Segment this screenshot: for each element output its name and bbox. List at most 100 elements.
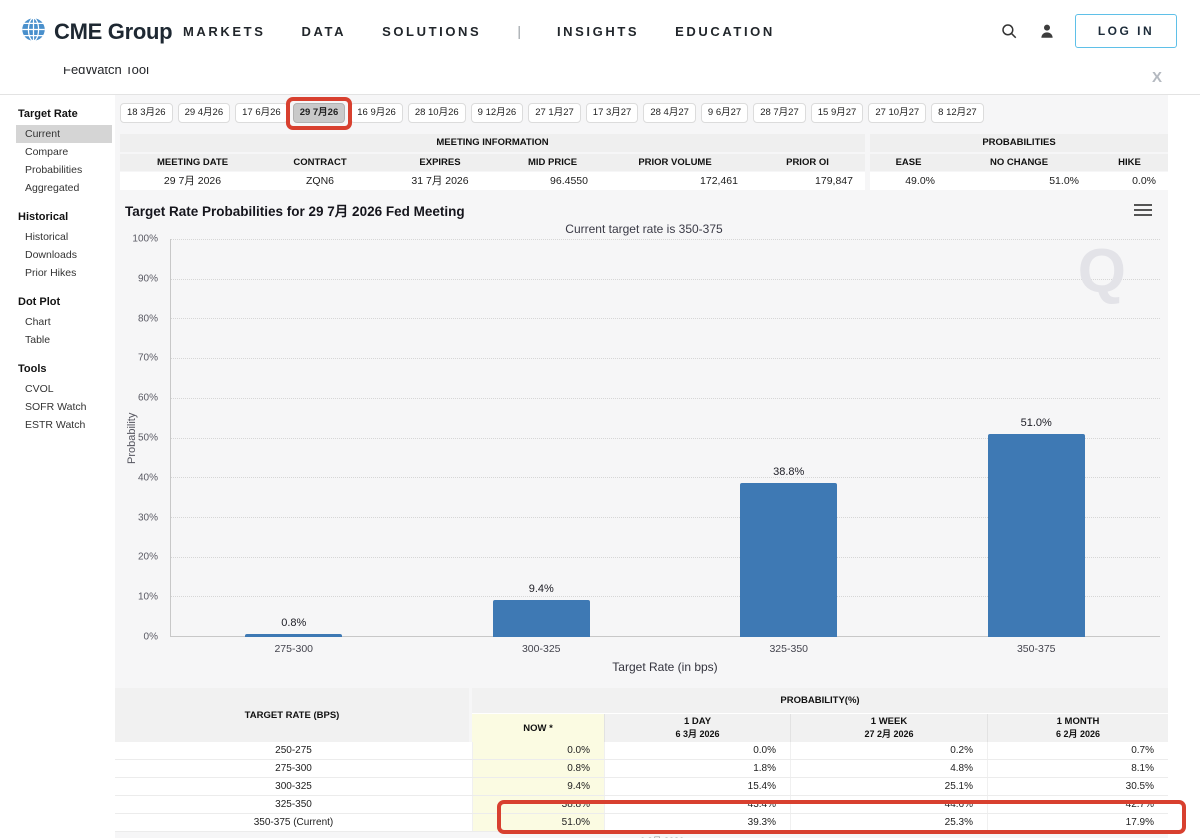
chart-subtitle: Current target rate is 350-375: [565, 222, 723, 236]
main-nav: MARKETS DATA SOLUTIONS | INSIGHTS EDUCAT…: [183, 0, 775, 62]
tab-meeting-date[interactable]: 17 3月27: [585, 103, 639, 123]
chart-title: Target Rate Probabilities for 29 7月 2026…: [125, 204, 465, 219]
now-cell: 38.8%: [472, 796, 604, 813]
x-share-icon[interactable]: X: [1152, 69, 1162, 86]
rate-cell: 300-325: [275, 781, 312, 792]
bar-value-label: 38.8%: [773, 465, 805, 478]
tab-meeting-date[interactable]: 15 9月27: [810, 103, 864, 123]
week-cell: 0.2%: [790, 742, 987, 759]
footer-timestamp: 6 3月 2026: [640, 834, 684, 838]
x-category: 325-350: [769, 643, 809, 655]
sidebar-item-cvol[interactable]: CVOL: [16, 380, 112, 398]
col-1-day: 1 DAY 6 3月 2026: [604, 714, 790, 742]
chart-menu-icon[interactable]: [1134, 204, 1152, 219]
probabilities-summary-table: PROBABILITIES EASE NO CHANGE HIKE 49.0% …: [870, 134, 1168, 190]
col-contract: CONTRACT: [293, 157, 347, 168]
table-row: 275-300 0.8% 1.8% 4.8% 8.1%: [115, 760, 1168, 778]
now-cell: 0.8%: [472, 760, 604, 777]
sidebar-item-chart[interactable]: Chart: [16, 313, 112, 331]
sidebar-item-historical[interactable]: Historical: [16, 228, 112, 246]
tab-meeting-date[interactable]: 27 1月27: [528, 103, 581, 123]
cme-group-logo[interactable]: CME Group: [20, 16, 173, 48]
user-profile-icon[interactable]: [1037, 21, 1057, 41]
col-ease: EASE: [895, 157, 922, 168]
mid-price-value: 96.4550: [550, 175, 588, 187]
probability-bar: [740, 482, 838, 637]
nav-solutions[interactable]: SOLUTIONS: [382, 24, 481, 39]
sidebar-item-prior-hikes[interactable]: Prior Hikes: [16, 264, 112, 282]
month-cell: 0.7%: [987, 742, 1168, 759]
rate-cell: 325-350: [275, 799, 312, 810]
meeting-info-title: MEETING INFORMATION: [120, 134, 865, 152]
bar-slot: 51.0%: [913, 239, 1161, 637]
day-cell: 39.3%: [604, 814, 790, 831]
y-tick: 50%: [137, 432, 158, 444]
sidebar-item-estr-watch[interactable]: ESTR Watch: [16, 416, 112, 434]
tab-meeting-date[interactable]: 29 4月26: [177, 103, 231, 123]
bar-slot: 0.8%: [170, 239, 418, 637]
tab-meeting-date[interactable]: 27 10月27: [868, 103, 927, 123]
sidebar-section-target-rate: Target Rate: [18, 108, 78, 120]
day-cell: 0.0%: [604, 742, 790, 759]
sidebar-item-probabilities[interactable]: Probabilities: [16, 161, 112, 179]
col-1-month: 1 MONTH 6 2月 2026: [987, 714, 1168, 742]
top-navigation: CME Group MARKETS DATA SOLUTIONS | INSIG…: [0, 0, 1200, 62]
header-actions: LOG IN: [999, 0, 1177, 62]
y-tick: 70%: [137, 352, 158, 364]
tab-meeting-date[interactable]: 8 12月27: [931, 103, 984, 123]
month-cell: 42.7%: [987, 796, 1168, 813]
tab-meeting-date[interactable]: 17 6月26: [235, 103, 288, 123]
table-row-current: 350-375 (Current) 51.0% 39.3% 25.3% 17.9…: [115, 814, 1168, 832]
bar-slot: 9.4%: [418, 239, 666, 637]
probability-bar: [245, 633, 343, 637]
sidebar-item-sofr-watch[interactable]: SOFR Watch: [16, 398, 112, 416]
bar-series: 0.8% 9.4% 38.8% 51.0%: [170, 239, 1160, 637]
nav-education[interactable]: EDUCATION: [675, 24, 775, 39]
nav-data[interactable]: DATA: [301, 24, 346, 39]
col-no-change: NO CHANGE: [989, 157, 1049, 168]
contract-value: ZQN6: [305, 175, 334, 187]
day-cell: 43.4%: [604, 796, 790, 813]
sidebar-item-compare[interactable]: Compare: [16, 143, 112, 161]
sidebar-item-aggregated[interactable]: Aggregated: [16, 179, 112, 197]
bar-value-label: 9.4%: [528, 582, 554, 595]
now-cell: 9.4%: [472, 778, 604, 795]
search-icon[interactable]: [999, 21, 1019, 41]
rate-cell: 350-375 (Current): [253, 817, 334, 828]
login-button[interactable]: LOG IN: [1075, 14, 1177, 48]
tab-meeting-date[interactable]: 9 6月27: [700, 103, 749, 123]
tab-meeting-date[interactable]: 9 12月26: [470, 103, 524, 123]
day-cell: 1.8%: [604, 760, 790, 777]
month-cell: 30.5%: [987, 778, 1168, 795]
tab-meeting-date[interactable]: 28 7月27: [753, 103, 806, 123]
table-row: 300-325 9.4% 15.4% 25.1% 30.5%: [115, 778, 1168, 796]
table-row: 250-275 0.0% 0.0% 0.2% 0.7%: [115, 742, 1168, 760]
y-tick: 20%: [137, 551, 158, 563]
sidebar-navigation: Target Rate Current Compare Probabilitie…: [0, 95, 115, 838]
col-1-week: 1 WEEK 27 2月 2026: [790, 714, 987, 742]
nav-divider: |: [517, 23, 521, 39]
now-cell: 51.0%: [472, 814, 604, 831]
meeting-date-tabs: 18 3月26 29 4月26 17 6月26 29 7月26 16 9月26 …: [120, 103, 984, 123]
tab-meeting-date-selected[interactable]: 29 7月26: [292, 103, 346, 123]
tab-meeting-date[interactable]: 28 4月27: [643, 103, 696, 123]
tab-meeting-date[interactable]: 16 9月26: [350, 103, 403, 123]
nav-markets[interactable]: MARKETS: [183, 24, 265, 39]
probability-bar: [987, 434, 1085, 637]
rate-cell: 250-275: [275, 745, 312, 756]
tab-meeting-date[interactable]: 28 10月26: [407, 103, 466, 123]
tab-meeting-date[interactable]: 18 3月26: [120, 103, 173, 123]
col-hike: HIKE: [1118, 157, 1141, 168]
prior-volume-value: 172,461: [700, 175, 738, 187]
col-prior-oi: PRIOR OI: [786, 157, 829, 168]
y-axis-ticks: 100% 90% 80% 70% 60% 50% 40% 30% 20% 10%…: [120, 234, 166, 643]
y-tick: 80%: [137, 313, 158, 325]
nav-insights[interactable]: INSIGHTS: [557, 24, 639, 39]
sidebar-item-table[interactable]: Table: [16, 331, 112, 349]
sidebar-item-current[interactable]: Current: [16, 125, 112, 143]
sidebar-item-downloads[interactable]: Downloads: [16, 246, 112, 264]
y-tick: 10%: [137, 591, 158, 603]
rate-cell: 275-300: [275, 763, 312, 774]
week-cell: 25.1%: [790, 778, 987, 795]
table-row: 325-350 38.8% 43.4% 44.6% 42.7%: [115, 796, 1168, 814]
